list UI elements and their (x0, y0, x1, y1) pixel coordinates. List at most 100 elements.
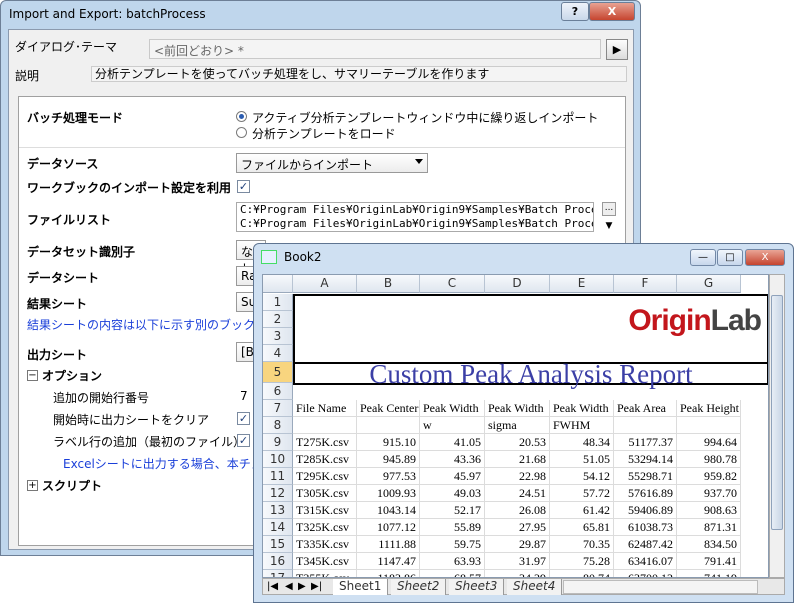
data-cell[interactable]: 45.97 (420, 468, 485, 485)
row-header[interactable]: 14 (263, 519, 293, 536)
data-cell[interactable]: T325K.csv (293, 519, 357, 536)
header-cell[interactable]: Peak Height (677, 400, 741, 417)
data-cell[interactable]: 53294.14 (614, 451, 677, 468)
browse-button[interactable]: ... (602, 202, 616, 216)
mode-option-repeat[interactable]: アクティブ分析テンプレートウィンドウ中に繰り返しインポート (252, 109, 598, 126)
prev-sheet-icon[interactable]: ◀ (285, 579, 293, 594)
row-header[interactable]: 2 (263, 311, 293, 328)
data-cell[interactable]: T285K.csv (293, 451, 357, 468)
theme-field[interactable]: <前回どおり> * (149, 39, 601, 59)
mode-radio-load[interactable] (236, 127, 247, 138)
data-cell[interactable]: 980.78 (677, 451, 741, 468)
row-header[interactable]: 16 (263, 553, 293, 570)
data-cell[interactable]: T345K.csv (293, 553, 357, 570)
data-cell[interactable]: T305K.csv (293, 485, 357, 502)
data-cell[interactable]: 24.51 (485, 485, 550, 502)
filelist-box[interactable]: C:¥Program Files¥OriginLab¥Origin9¥Sampl… (236, 202, 594, 232)
mode-radio-repeat[interactable] (236, 111, 247, 122)
header-cell[interactable]: Peak Area (614, 400, 677, 417)
column-header[interactable]: A (293, 275, 357, 293)
scroll-down-icon[interactable]: ▼ (602, 221, 616, 235)
data-cell[interactable]: 1111.88 (357, 536, 420, 553)
data-cell[interactable]: 959.82 (677, 468, 741, 485)
row-header[interactable]: 1 (263, 294, 293, 311)
subheader-cell[interactable]: FWHM (550, 417, 614, 434)
row-header[interactable]: 6 (263, 383, 293, 400)
data-cell[interactable]: 871.31 (677, 519, 741, 536)
column-header[interactable]: E (550, 275, 614, 293)
data-cell[interactable]: 49.03 (420, 485, 485, 502)
row-header[interactable]: 8 (263, 417, 293, 434)
row-header[interactable]: 13 (263, 502, 293, 519)
corner-cell[interactable] (263, 275, 293, 293)
data-cell[interactable]: 63.93 (420, 553, 485, 570)
help-button[interactable]: ? (561, 2, 589, 21)
source-select[interactable]: ファイルからインポート (236, 153, 428, 173)
column-header[interactable]: B (357, 275, 420, 293)
theme-menu-button[interactable]: ▶ (606, 39, 628, 60)
data-cell[interactable]: 1183.86 (357, 570, 420, 577)
data-cell[interactable]: 1009.93 (357, 485, 420, 502)
data-cell[interactable]: 20.53 (485, 434, 550, 451)
data-cell[interactable]: 57616.89 (614, 485, 677, 502)
vertical-scrollbar[interactable] (769, 274, 785, 578)
header-cell[interactable]: File Name (293, 400, 357, 417)
data-cell[interactable]: 1147.47 (357, 553, 420, 570)
label-row-checkbox[interactable]: ✓ (237, 434, 250, 447)
data-cell[interactable]: 51.05 (550, 451, 614, 468)
data-cell[interactable]: 937.70 (677, 485, 741, 502)
row-header[interactable]: 7 (263, 400, 293, 417)
mode-option-load[interactable]: 分析テンプレートをロード (252, 125, 396, 142)
sheet-tab[interactable]: Sheet4 (507, 579, 563, 595)
data-cell[interactable]: 22.98 (485, 468, 550, 485)
data-cell[interactable]: 21.68 (485, 451, 550, 468)
subheader-cell[interactable]: sigma (485, 417, 550, 434)
row-header[interactable]: 17 (263, 570, 293, 577)
close-button[interactable]: X (589, 2, 635, 21)
data-cell[interactable]: 59.75 (420, 536, 485, 553)
minimize-button[interactable]: — (690, 249, 716, 266)
column-header[interactable]: F (614, 275, 677, 293)
row-header[interactable]: 11 (263, 468, 293, 485)
data-cell[interactable]: 741.19 (677, 570, 741, 577)
collapse-icon[interactable]: − (27, 370, 38, 381)
subheader-cell[interactable] (677, 417, 741, 434)
data-cell[interactable]: 68.57 (420, 570, 485, 577)
data-cell[interactable]: 70.35 (550, 536, 614, 553)
header-cell[interactable]: Peak Width (485, 400, 550, 417)
subheader-cell[interactable] (293, 417, 357, 434)
row-header[interactable]: 5 (263, 362, 293, 383)
data-cell[interactable]: 57.72 (550, 485, 614, 502)
data-cell[interactable]: 51177.37 (614, 434, 677, 451)
data-cell[interactable]: 62487.42 (614, 536, 677, 553)
next-sheet-icon[interactable]: ▶ (298, 579, 306, 594)
row-header[interactable]: 4 (263, 345, 293, 362)
scroll-thumb[interactable] (771, 295, 783, 530)
data-cell[interactable]: 55.89 (420, 519, 485, 536)
sheet-tab[interactable]: Sheet3 (449, 579, 505, 595)
data-cell[interactable]: 61038.73 (614, 519, 677, 536)
data-cell[interactable]: 80.74 (550, 570, 614, 577)
import-settings-checkbox[interactable]: ✓ (237, 180, 250, 193)
last-sheet-icon[interactable]: ▶| (311, 579, 322, 594)
book-close-button[interactable]: X (745, 249, 785, 266)
row-header[interactable]: 3 (263, 328, 293, 345)
data-cell[interactable]: 27.95 (485, 519, 550, 536)
column-header[interactable]: D (485, 275, 550, 293)
horizontal-scrollbar[interactable] (563, 580, 758, 594)
header-cell[interactable]: Peak Width (550, 400, 614, 417)
data-cell[interactable]: 977.53 (357, 468, 420, 485)
data-cell[interactable]: 55298.71 (614, 468, 677, 485)
data-cell[interactable]: 1043.14 (357, 502, 420, 519)
header-cell[interactable]: Peak Center (357, 400, 420, 417)
data-cell[interactable]: 834.50 (677, 536, 741, 553)
data-cell[interactable]: 61.42 (550, 502, 614, 519)
data-cell[interactable]: 34.29 (485, 570, 550, 577)
row-header[interactable]: 10 (263, 451, 293, 468)
column-header[interactable]: C (420, 275, 485, 293)
data-cell[interactable]: 26.08 (485, 502, 550, 519)
data-cell[interactable]: 29.87 (485, 536, 550, 553)
data-cell[interactable]: 31.97 (485, 553, 550, 570)
subheader-cell[interactable]: w (420, 417, 485, 434)
header-cell[interactable]: Peak Width (420, 400, 485, 417)
